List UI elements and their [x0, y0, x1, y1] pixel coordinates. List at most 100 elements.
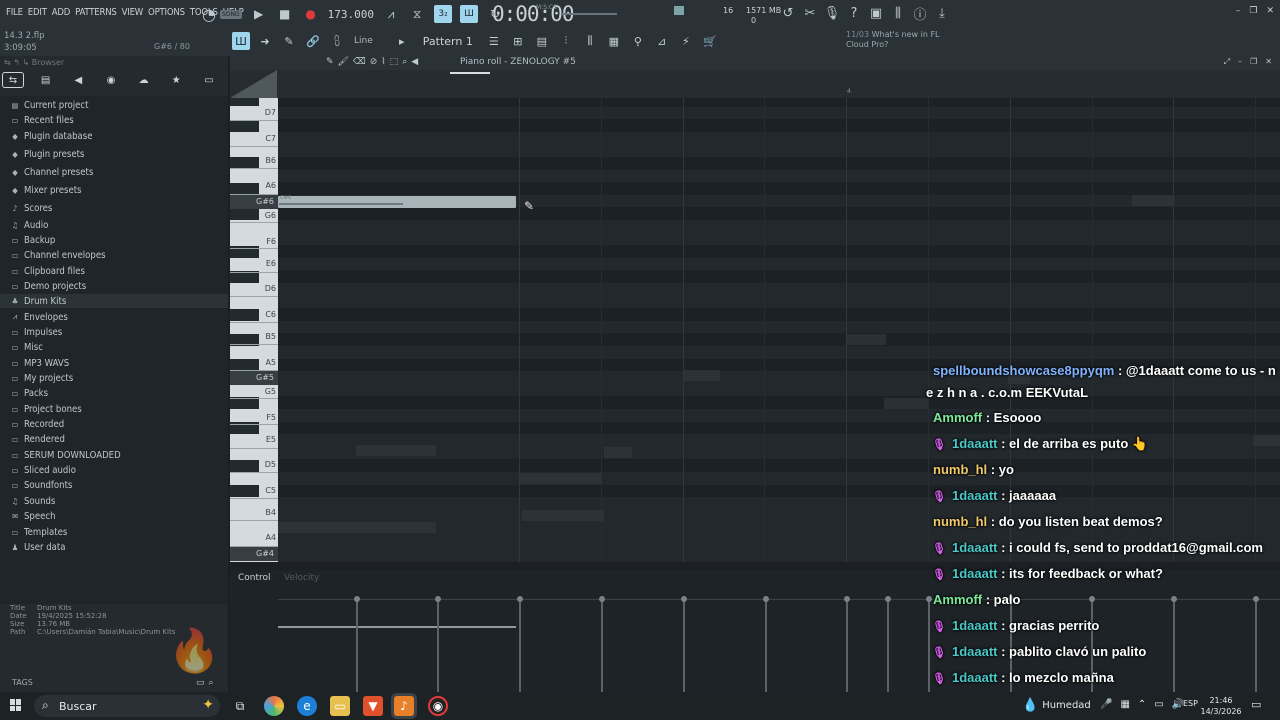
file-explorer-icon[interactable]: ▭ — [330, 696, 350, 716]
stamp-icon[interactable]: ⩉ — [328, 32, 346, 50]
edge-icon[interactable]: e — [297, 696, 317, 716]
brush-icon[interactable]: ✎ — [280, 32, 298, 50]
system-clock[interactable]: 21:46 14/3/2026 — [1200, 695, 1242, 717]
detach-icon[interactable]: ⤢ — [1224, 57, 1230, 67]
news-panel[interactable]: 11/03 What's new in FL Cloud Pro? — [846, 30, 940, 50]
microphone-tray-icon[interactable]: 🎤 — [1100, 699, 1112, 710]
browser-item-rendered[interactable]: ▭ Rendered — [10, 432, 65, 446]
browser-item-recent-files[interactable]: ▭ Recent files — [10, 113, 74, 127]
browser-item-audio[interactable]: ♫ Audio — [10, 218, 49, 232]
database-tab-icon[interactable]: ◉ — [100, 72, 122, 88]
play-icon[interactable]: ▶ — [250, 5, 268, 23]
playlist-icon[interactable]: ☰ — [485, 32, 503, 50]
browser-item-speech[interactable]: ✉ Speech — [10, 509, 56, 523]
paint-icon[interactable]: 🖌 — [338, 57, 349, 67]
browser-view-icon[interactable]: ▦ — [605, 32, 623, 50]
browser-item-mp3-wavs[interactable]: ▭ MP3 WAVS — [10, 356, 70, 370]
pencil-icon[interactable]: ✎ — [326, 57, 334, 67]
midi-note[interactable]: G#6 — [278, 195, 516, 208]
network-icon[interactable]: ▭ — [1154, 699, 1163, 710]
menu-file[interactable]: FILE — [6, 7, 23, 18]
velocity-bar[interactable] — [278, 626, 516, 628]
black-key[interactable] — [230, 98, 259, 107]
app-tray-icon[interactable]: ▦ — [1120, 699, 1129, 710]
arrow-right-icon[interactable]: ➜ — [256, 32, 274, 50]
timeline-ruler[interactable]: 4 — [230, 70, 1280, 98]
undo-history-icon[interactable]: ↺ — [780, 5, 796, 21]
delete-icon[interactable]: ⌫ — [353, 57, 366, 67]
fl-studio-icon[interactable]: ♪ — [394, 696, 414, 716]
tuner-icon[interactable]: ⊿ — [653, 32, 671, 50]
plugin-tab-icon[interactable]: ◀ — [67, 72, 89, 88]
pattern-arrow-icon[interactable]: ▸ — [393, 32, 411, 50]
browser-item-plugin-database[interactable]: ◆ Plugin database — [10, 129, 92, 143]
weather-widget[interactable]: 💧 Humedad — [1022, 698, 1091, 713]
slice-icon[interactable]: ⌇ — [381, 57, 385, 67]
task-view-icon[interactable]: ⧉ — [230, 696, 250, 716]
menu-edit[interactable]: EDIT — [28, 7, 47, 18]
browser-item-backup[interactable]: ▭ Backup — [10, 233, 56, 247]
pattern-song-toggle-icon[interactable]: ◔ — [200, 5, 218, 24]
download-icon[interactable]: ⤓ — [934, 5, 950, 21]
plugin-icon[interactable]: ⚲ — [629, 32, 647, 50]
step-edit-icon[interactable]: Ш — [460, 5, 479, 23]
restore-icon[interactable]: ❐ — [1249, 6, 1257, 16]
velocity-stem[interactable] — [681, 596, 687, 692]
countdown-icon[interactable]: 3₂ — [434, 5, 453, 23]
stop-icon[interactable]: ■ — [276, 5, 294, 23]
black-key[interactable] — [230, 308, 259, 321]
mixer-view-icon[interactable]: ⫶ — [557, 32, 575, 50]
browser-item-channel-presets[interactable]: ◆ Channel presets — [10, 165, 93, 179]
project-tab-icon[interactable]: ▤ — [35, 72, 57, 88]
velocity-stem[interactable] — [885, 596, 891, 692]
all-tab-icon[interactable]: ⇆ — [2, 72, 24, 88]
black-key[interactable] — [230, 207, 259, 220]
link-icon[interactable]: 🔗 — [304, 32, 322, 50]
windows-start-icon[interactable] — [10, 699, 22, 711]
plug-icon[interactable]: ⚡ — [677, 32, 695, 50]
piano-roll-view-icon[interactable]: Ш — [232, 32, 250, 50]
taskbar-search[interactable]: ⌕ Buscar ✦ — [34, 695, 220, 717]
microphone-icon[interactable]: 🎙 — [824, 5, 841, 21]
brave-icon[interactable]: ▼ — [363, 696, 383, 716]
horizontal-scrollbar[interactable] — [450, 72, 490, 74]
favorites-tab-icon[interactable]: ★ — [165, 72, 187, 88]
cloud-tab-icon[interactable]: ☁ — [133, 72, 155, 88]
help-icon[interactable]: ? — [846, 5, 862, 21]
wait-input-icon[interactable]: ⧖ — [408, 5, 426, 23]
step-sequencer-icon[interactable]: ⊞ — [509, 32, 527, 50]
menu-add[interactable]: ADD — [52, 7, 71, 18]
velocity-stem[interactable] — [517, 596, 523, 692]
browser-item-impulses[interactable]: ▭ Impulses — [10, 325, 63, 339]
menu-view[interactable]: VIEW — [122, 7, 144, 18]
browser-item-packs[interactable]: ▭ Packs — [10, 386, 48, 400]
browser-item-plugin-presets[interactable]: ◆ Plugin presets — [10, 147, 84, 161]
mode-label[interactable]: Line — [354, 36, 373, 46]
browser-item-templates[interactable]: ▭ Templates — [10, 525, 68, 539]
browser-item-clipboard-files[interactable]: ▭ Clipboard files — [10, 264, 85, 278]
minimize-icon[interactable]: – — [1238, 57, 1242, 67]
close-icon[interactable]: ✕ — [1266, 6, 1274, 16]
language-indicator[interactable]: ESP — [1183, 699, 1198, 708]
select-icon[interactable]: ⬚ — [390, 57, 399, 67]
browser-item-current-project[interactable]: ▤ Current project — [10, 98, 89, 112]
copilot-icon[interactable] — [264, 696, 284, 716]
browser-item-project-bones[interactable]: ▭ Project bones — [10, 402, 82, 416]
browser-item-recorded[interactable]: ▭ Recorded — [10, 417, 65, 431]
browser-item-demo-projects[interactable]: ▭ Demo projects — [10, 279, 87, 293]
save-icon[interactable]: ▣ — [868, 5, 884, 21]
close-icon[interactable]: ✕ — [1265, 57, 1272, 67]
folder-tab-icon[interactable]: ▭ — [198, 72, 220, 88]
master-pitch-slider[interactable] — [561, 13, 617, 15]
piano-roll-icon[interactable]: ▤ — [533, 32, 551, 50]
tools-icon[interactable]: ✂ — [802, 5, 818, 21]
song-mode-badge[interactable]: SONG — [220, 9, 242, 19]
browser-item-mixer-presets[interactable]: ◆ Mixer presets — [10, 183, 81, 197]
tempo-display[interactable]: 173.000 — [328, 8, 374, 21]
velocity-stem[interactable] — [599, 596, 605, 692]
piano-keyboard[interactable]: D7 C7 B6 A6 G#6 G6 F6 E6 D6 C6 B5 A5 G#5 G5 F5 E5 D5 C5 B4… — [230, 98, 278, 562]
control-label[interactable]: Control — [238, 573, 271, 583]
info-icon[interactable]: ⓘ — [912, 5, 928, 23]
browser-item-channel-envelopes[interactable]: ▭ Channel envelopes — [10, 248, 106, 262]
browser-item-misc[interactable]: ▭ Misc — [10, 340, 43, 354]
